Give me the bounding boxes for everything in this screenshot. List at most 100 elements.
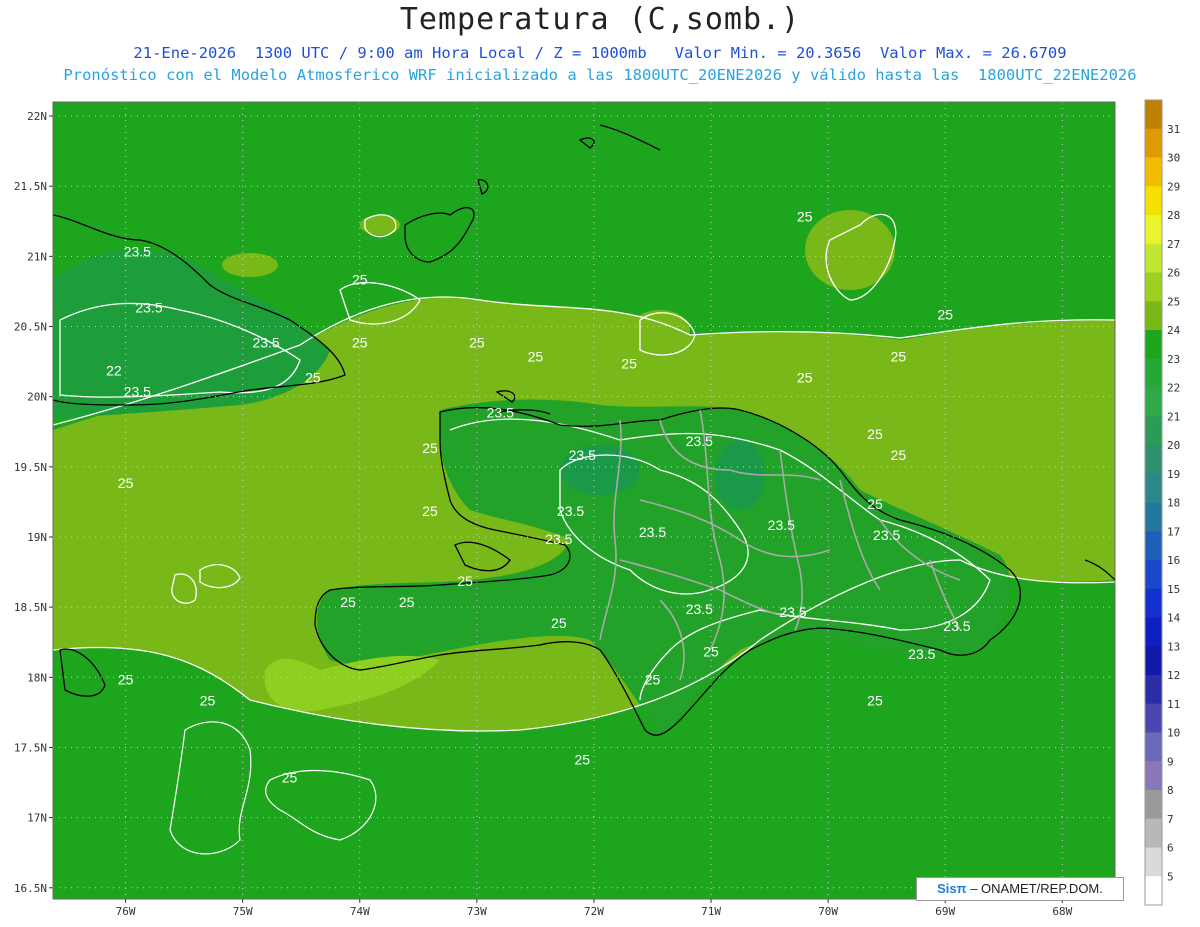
contour-label: 25 [528,349,544,365]
colorbar-swatch [1145,761,1162,791]
lat-tick-label: 17N [27,812,47,825]
contour-label: 25 [118,671,134,687]
contour-label: 23.5 [686,601,713,617]
lon-tick-label: 68W [1052,905,1072,918]
contour-label: 25 [797,370,813,386]
contour-label: 25 [703,643,719,659]
contour-label: 25 [574,751,590,767]
contour-label: 23.5 [639,524,666,540]
contour-label: 25 [457,573,473,589]
colorbar-label: 28 [1167,209,1180,222]
lon-tick-label: 73W [467,905,487,918]
lat-tick-label: 18N [27,671,47,684]
lon-tick-label: 70W [818,905,838,918]
colorbar-swatch [1145,128,1162,158]
colorbar-label: 21 [1167,410,1180,423]
lat-tick-label: 19N [27,531,47,544]
lon-tick-label: 69W [935,905,955,918]
contour-label: 23.5 [135,299,162,315]
lon-tick-label: 75W [233,905,253,918]
colorbar-label: 30 [1167,152,1180,165]
contour-label: 25 [551,615,567,631]
contour-label: 23.5 [124,243,151,259]
colorbar-swatch [1145,157,1162,187]
contour-label: 25 [891,349,907,365]
colorbar-swatch [1145,790,1162,820]
latitude-axis: 22N 21.5N 21N 20.5N 20N 19.5N 19N 18.5N 18N 17.5N… [14,110,53,895]
colorbar-swatch [1145,301,1162,331]
temperature-map: 22N 21.5N 21N 20.5N 20N 19.5N 19N 18.5N 18N 17.5N… [14,99,1181,918]
lon-tick-label: 74W [350,905,370,918]
colorbar-label: 9 [1167,755,1174,768]
colorbar-swatch [1145,416,1162,446]
colorbar-label: 20 [1167,439,1180,452]
contour-label: 25 [200,692,216,708]
colorbar-swatch [1145,876,1162,906]
contour-label: 22 [106,363,122,379]
contour-label: 25 [891,447,907,463]
contour-label: 23.5 [545,531,572,547]
colorbar-label: 13 [1167,640,1180,653]
contour-label: 25 [937,306,953,322]
contour-label: 25 [118,475,134,491]
colorbar-label: 26 [1167,267,1180,280]
colorbar-swatch [1145,473,1162,503]
contour-label: 25 [621,356,637,372]
colorbar-swatch [1145,847,1162,877]
colorbar-label: 31 [1167,123,1180,136]
colorbar-label: 24 [1167,324,1181,337]
colorbar-swatch [1145,588,1162,618]
colorbar-swatch [1145,100,1162,130]
colorbar-label: 27 [1167,238,1180,251]
colorbar-swatch [1145,243,1162,273]
colorbar-swatch [1145,818,1162,848]
lat-tick-label: 21N [27,250,47,263]
colorbar-label: 23 [1167,353,1180,366]
lon-tick-label: 72W [584,905,604,918]
colorbar-swatch [1145,703,1162,733]
lat-tick-label: 19.5N [14,461,47,474]
lat-tick-label: 21.5N [14,180,47,193]
contour-label: 25 [340,594,356,610]
colorbar-label: 8 [1167,784,1174,797]
colorbar-label: 19 [1167,468,1180,481]
contour-label: 25 [867,426,883,442]
colorbar-swatch [1145,675,1162,705]
contour-label: 25 [352,271,368,287]
contour-label: 23.5 [908,646,935,662]
colorbar-swatch [1145,330,1162,360]
contour-label: 25 [422,503,438,519]
lat-tick-label: 20.5N [14,321,47,334]
colorbar-label: 22 [1167,382,1180,395]
contour-label: 23.5 [779,604,806,620]
colorbar-swatch [1145,215,1162,245]
lat-tick-label: 16.5N [14,882,47,895]
contour-label: 25 [305,370,321,386]
contour-label: 23.5 [487,405,514,421]
contour-label: 25 [469,335,485,351]
contour-label: 25 [399,594,415,610]
colorbar-label: 29 [1167,180,1180,193]
colorbar-label: 18 [1167,497,1180,510]
colorbar-swatch [1145,560,1162,590]
contour-label: 25 [422,440,438,456]
colorbar-label: 14 [1167,612,1181,625]
lon-tick-label: 76W [116,905,136,918]
colorbar-label: 5 [1167,870,1174,883]
contour-label: 25 [867,692,883,708]
shaded-temperature-field [53,102,1115,899]
lat-tick-label: 20N [27,391,47,404]
colorbar-label: 15 [1167,583,1180,596]
colorbar-label: 11 [1167,698,1180,711]
contour-label: 23.5 [252,335,279,351]
lon-tick-label: 71W [701,905,721,918]
colorbar-label: 25 [1167,295,1180,308]
credit-text: – ONAMET/REP.DOM. [970,881,1103,896]
contour-label: 25 [797,208,813,224]
colorbar-swatch [1145,272,1162,302]
contour-label: 25 [282,770,298,786]
contour-label: 25 [352,335,368,351]
lat-tick-label: 17.5N [14,741,47,754]
contour-label: 23.5 [943,618,970,634]
contour-label: 23.5 [686,433,713,449]
